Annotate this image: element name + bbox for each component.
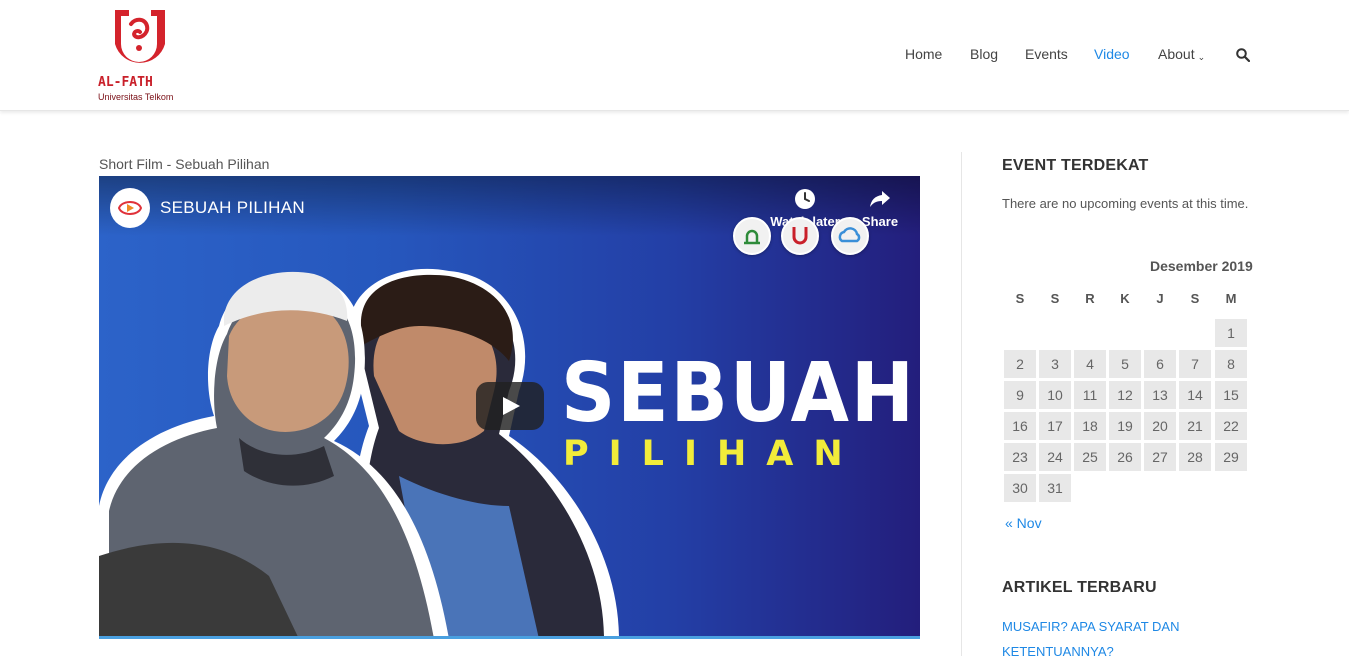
calendar-day: 30 — [1004, 474, 1036, 502]
post-title: Short Film - Sebuah Pilihan — [99, 156, 270, 172]
article-link[interactable]: KETENTUANNYA? — [1002, 644, 1114, 656]
calendar-day: 3 — [1039, 350, 1071, 378]
nav-events[interactable]: Events — [1025, 46, 1068, 62]
nav-video[interactable]: Video — [1094, 46, 1130, 62]
calendar-day: 10 — [1039, 381, 1071, 409]
calendar-day: 26 — [1109, 443, 1141, 471]
logo-name: AL-FATH — [98, 75, 153, 90]
logo-subtitle: Universitas Telkom — [98, 92, 174, 102]
calendar-day: 20 — [1144, 412, 1176, 440]
calendar-day: 6 — [1144, 350, 1176, 378]
sidebar-divider — [961, 152, 962, 656]
calendar-day-header: S — [1015, 291, 1025, 306]
calendar-day-header: J — [1156, 291, 1164, 306]
video-title[interactable]: SEBUAH PILIHAN — [160, 198, 305, 218]
thumbnail-title-small: PILIHAN — [563, 434, 863, 474]
video-player[interactable]: SEBUAH PILIHAN Watch later Share SEBUAH … — [99, 176, 920, 639]
calendar-day: 31 — [1039, 474, 1071, 502]
calendar-day: 24 — [1039, 443, 1071, 471]
share-label: Share — [861, 214, 899, 229]
calendar-day: 18 — [1074, 412, 1106, 440]
calendar-day-header: S — [1190, 291, 1200, 306]
nav-home[interactable]: Home — [905, 46, 942, 62]
badge-mosque-icon — [733, 217, 771, 255]
thumbnail-title-big: SEBUAH — [561, 346, 916, 441]
alfath-logo-icon — [115, 10, 165, 63]
channel-avatar[interactable] — [110, 188, 150, 228]
calendar-day: 14 — [1179, 381, 1211, 409]
calendar-day: 7 — [1179, 350, 1211, 378]
calendar-day-header: S — [1050, 291, 1060, 306]
play-button[interactable] — [476, 382, 544, 430]
calendar-day: 19 — [1109, 412, 1141, 440]
no-events-text: There are no upcoming events at this tim… — [1002, 196, 1249, 211]
event-widget-title: EVENT TERDEKAT — [1002, 157, 1149, 174]
chevron-down-icon: ⌄ — [1197, 52, 1206, 62]
nav-about-label: About — [1158, 46, 1195, 62]
search-icon[interactable] — [1236, 48, 1250, 62]
calendar-day-header: R — [1085, 291, 1095, 306]
site-header: AL-FATH Universitas Telkom Home Blog Eve… — [0, 0, 1349, 111]
calendar-day: 1 — [1215, 319, 1247, 347]
articles-widget-title: ARTIKEL TERBARU — [1002, 579, 1157, 596]
share-icon — [870, 191, 890, 207]
calendar-day: 2 — [1004, 350, 1036, 378]
clock-icon — [795, 189, 815, 209]
badge-cloud-icon — [831, 217, 869, 255]
calendar-day-header: M — [1225, 291, 1237, 306]
calendar-day: 15 — [1215, 381, 1247, 409]
calendar-day: 13 — [1144, 381, 1176, 409]
calendar-day: 16 — [1004, 412, 1036, 440]
channel-logo-icon — [117, 201, 143, 215]
calendar-day: 12 — [1109, 381, 1141, 409]
calendar-day: 27 — [1144, 443, 1176, 471]
calendar-day: 29 — [1215, 443, 1247, 471]
calendar-day: 5 — [1109, 350, 1141, 378]
calendar-day: 9 — [1004, 381, 1036, 409]
nav-blog[interactable]: Blog — [970, 46, 998, 62]
calendar-day: 28 — [1179, 443, 1211, 471]
site-logo[interactable]: AL-FATH Universitas Telkom — [98, 8, 182, 104]
calendar-day: 21 — [1179, 412, 1211, 440]
calendar-day: 17 — [1039, 412, 1071, 440]
nav-about[interactable]: About ⌄ — [1158, 46, 1205, 62]
calendar-prev-month-link[interactable]: « Nov — [1005, 515, 1042, 531]
calendar-day: 25 — [1074, 443, 1106, 471]
badge-alfath-icon — [781, 217, 819, 255]
calendar-day: 8 — [1215, 350, 1247, 378]
calendar-day: 22 — [1215, 412, 1247, 440]
calendar-day: 11 — [1074, 381, 1106, 409]
calendar-day: 4 — [1074, 350, 1106, 378]
article-link[interactable]: MUSAFIR? APA SYARAT DAN — [1002, 619, 1179, 634]
calendar-day-header: K — [1120, 291, 1130, 306]
calendar-caption: Desember 2019 — [1150, 258, 1253, 274]
calendar-day: 23 — [1004, 443, 1036, 471]
